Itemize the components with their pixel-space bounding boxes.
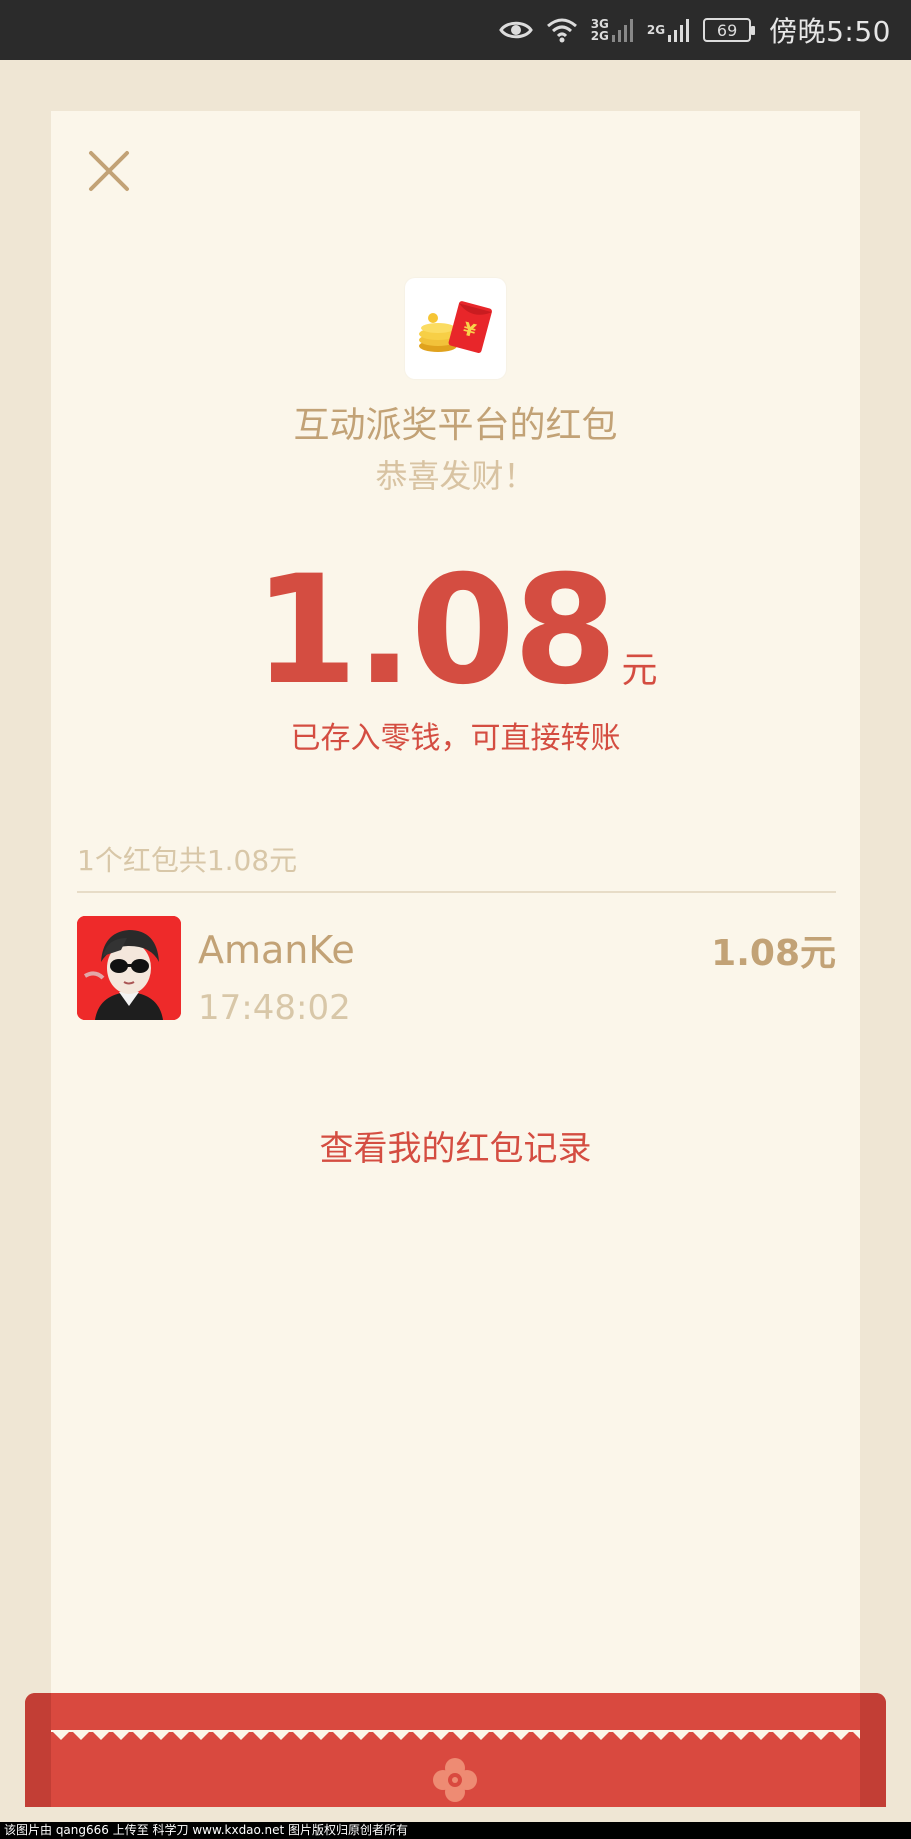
amount-display: 1.08 元 xyxy=(51,556,860,706)
envelope-fold-left xyxy=(25,1693,51,1807)
receiver-name: AmanKe xyxy=(198,928,355,972)
receiver-amount: 1.08元 xyxy=(711,933,836,974)
watermark-footer: 该图片由 qang666 上传至 科学刀 www.kxdao.net 图片版权归… xyxy=(0,1822,911,1839)
sender-title: 互动派奖平台的红包 xyxy=(293,405,618,446)
close-icon[interactable] xyxy=(85,147,133,195)
receiver-row: AmanKe 17:48:02 1.08元 xyxy=(77,916,836,1028)
zigzag-edge xyxy=(51,1730,860,1740)
battery-level: 69 xyxy=(716,20,738,40)
amount-value: 1.08 xyxy=(253,544,617,718)
flower-icon xyxy=(433,1758,477,1802)
signal-3g-icon: 3G 2G xyxy=(591,17,635,43)
red-envelope-coins-icon: ¥ xyxy=(405,278,506,379)
signal-2g-icon: 2G xyxy=(647,17,691,43)
avatar[interactable] xyxy=(77,916,181,1020)
network-bottom-label: 2G xyxy=(590,29,609,43)
envelope-summary: 1个红包共1.08元 xyxy=(77,844,298,877)
network-2-label: 2G xyxy=(646,23,666,37)
envelope-fold-right xyxy=(860,1693,886,1807)
status-bar: 3G 2G 2G 69 傍晚5:50 xyxy=(0,0,911,60)
deposit-note: 已存入零钱，可直接转账 xyxy=(290,721,621,756)
amount-unit: 元 xyxy=(621,650,658,691)
greeting-text: 恭喜发财！ xyxy=(375,457,536,495)
status-time: 傍晚5:50 xyxy=(769,15,891,48)
view-records-link[interactable]: 查看我的红包记录 xyxy=(51,1121,860,1170)
red-envelope-card: ¥ 互动派奖平台的红包 恭喜发财！ 1.08 元 已存入零钱，可直接转账 1个红… xyxy=(51,111,860,1801)
eye-icon xyxy=(498,18,533,42)
battery-icon: 69 xyxy=(703,18,756,42)
wifi-icon xyxy=(545,16,579,44)
receiver-time: 17:48:02 xyxy=(198,988,351,1028)
status-icons: 3G 2G 2G 69 傍晚5:50 xyxy=(498,0,891,60)
divider xyxy=(77,891,836,893)
